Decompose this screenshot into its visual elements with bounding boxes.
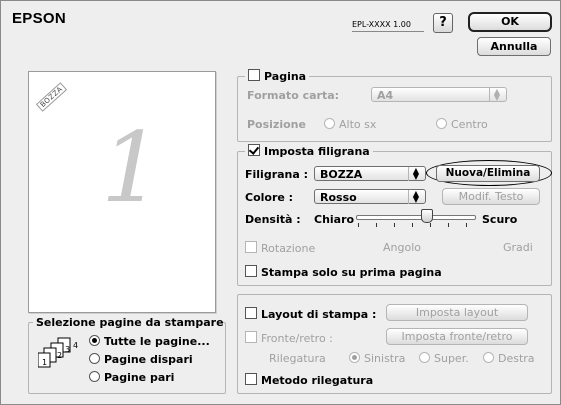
- radio-binding-left-label: Sinistra: [364, 352, 406, 365]
- paper-size-label: Formato carta:: [247, 89, 340, 102]
- layout-label: Layout di stampa :: [261, 308, 377, 321]
- radio-binding-right[interactable]: Destra: [483, 352, 535, 365]
- binding-label: Rilegatura: [269, 352, 326, 365]
- first-page-only-label: Stampa solo su prima pagina: [261, 266, 442, 279]
- svg-text:1: 1: [42, 358, 47, 367]
- watermark-title-row[interactable]: Imposta filigrana: [245, 144, 373, 158]
- binding-method-label: Metodo rilegatura: [261, 374, 374, 387]
- printer-settings-dialog: EPSON EPL-XXXX 1.00 ? OK Annulla BOZZA 1…: [0, 0, 561, 405]
- select-arrows-icon: ▲ ▼: [489, 88, 504, 102]
- layout-checkbox[interactable]: [245, 307, 257, 319]
- duplex-row[interactable]: Fronte/retro :: [245, 331, 333, 345]
- radio-binding-right-label: Destra: [498, 352, 535, 365]
- angle-label: Angolo: [383, 241, 421, 254]
- radio-binding-top[interactable]: Super.: [419, 352, 469, 365]
- svg-text:4: 4: [73, 341, 78, 350]
- select-arrows-icon: ▲ ▼: [408, 190, 423, 204]
- duplex-checkbox[interactable]: [245, 331, 257, 343]
- slider-tick: [376, 223, 377, 227]
- model-underline: [352, 31, 424, 32]
- binding-method-checkbox[interactable]: [245, 373, 257, 385]
- slider-tick: [448, 223, 449, 227]
- slider-tick: [412, 223, 413, 227]
- chiaro-label: Chiaro: [314, 213, 355, 226]
- select-arrows-icon: ▲ ▼: [408, 167, 423, 181]
- radio-odd-pages-label: Pagine dispari: [104, 353, 193, 366]
- slider-tick: [466, 223, 467, 227]
- radio-center-control[interactable]: [436, 118, 447, 129]
- printer-model-label: EPL-XXXX 1.00: [352, 20, 411, 29]
- slider-tick: [358, 223, 359, 227]
- page-preview: BOZZA 1: [28, 71, 216, 313]
- filigrana-label: Filigrana :: [245, 168, 309, 181]
- rotation-row[interactable]: Rotazione: [245, 241, 315, 255]
- pagina-title: Pagina: [264, 70, 307, 83]
- density-slider-thumb[interactable]: [420, 209, 433, 223]
- slider-tick: [394, 223, 395, 227]
- first-page-only-row[interactable]: Stampa solo su prima pagina: [245, 265, 442, 279]
- svg-text:2: 2: [57, 351, 62, 360]
- radio-top-left-label: Alto sx: [339, 118, 377, 131]
- pagina-title-row[interactable]: Pagina: [245, 69, 310, 83]
- radio-all-pages-label: Tutte le pagine...: [104, 335, 210, 348]
- colore-value: Rosso: [320, 191, 357, 204]
- cancel-button[interactable]: Annulla: [477, 37, 551, 56]
- ok-button[interactable]: OK: [468, 12, 552, 32]
- radio-all-pages-control[interactable]: [89, 335, 100, 346]
- radio-odd-pages[interactable]: Pagine dispari: [89, 353, 193, 366]
- radio-center-label: Centro: [451, 118, 488, 131]
- density-slider[interactable]: [356, 215, 476, 220]
- radio-center[interactable]: Centro: [436, 118, 488, 131]
- layout-settings-button[interactable]: Imposta layout: [386, 304, 528, 321]
- pagina-group: [237, 76, 552, 142]
- pages-stack-icon: 4 3 2 1: [38, 337, 78, 368]
- radio-binding-left-control[interactable]: [349, 352, 360, 363]
- help-button[interactable]: ?: [433, 13, 453, 33]
- binding-method-row[interactable]: Metodo rilegatura: [245, 373, 373, 387]
- watermark-checkbox[interactable]: [248, 144, 260, 156]
- svg-text:3: 3: [65, 345, 70, 354]
- radio-top-left[interactable]: Alto sx: [324, 118, 376, 131]
- rotation-label: Rotazione: [261, 242, 316, 255]
- help-icon: ?: [439, 15, 447, 30]
- radio-binding-right-control[interactable]: [483, 352, 494, 363]
- colore-select[interactable]: Rosso ▲ ▼: [314, 189, 426, 204]
- radio-binding-top-label: Super.: [434, 352, 469, 365]
- filigrana-value: BOZZA: [320, 168, 363, 181]
- filigrana-select[interactable]: BOZZA ▲ ▼: [314, 166, 426, 181]
- densita-label: Densità :: [245, 213, 301, 226]
- radio-even-pages-label: Pagine pari: [104, 371, 175, 384]
- slider-tick: [430, 223, 431, 227]
- brand-logo: EPSON: [12, 10, 67, 27]
- paper-size-select[interactable]: A4 ▲ ▼: [371, 87, 507, 102]
- radio-top-left-control[interactable]: [324, 118, 335, 129]
- radio-even-pages-control[interactable]: [89, 371, 100, 382]
- radio-binding-left[interactable]: Sinistra: [349, 352, 405, 365]
- position-label: Posizione: [247, 118, 306, 131]
- duplex-label: Fronte/retro :: [261, 332, 333, 345]
- radio-all-pages[interactable]: Tutte le pagine...: [89, 335, 210, 348]
- duplex-settings-button[interactable]: Imposta fronte/retro: [386, 328, 528, 345]
- page-selection-title: Selezione pagine da stampare: [33, 316, 223, 329]
- radio-even-pages[interactable]: Pagine pari: [89, 371, 174, 384]
- scuro-label: Scuro: [482, 213, 518, 226]
- edit-text-button[interactable]: Modif. Testo: [442, 188, 540, 205]
- page-number-watermark: 1: [101, 112, 163, 224]
- new-delete-button[interactable]: Nuova/Elimina: [436, 165, 540, 182]
- pagina-checkbox[interactable]: [248, 69, 260, 81]
- colore-label: Colore :: [245, 191, 294, 204]
- radio-binding-top-control[interactable]: [419, 352, 430, 363]
- degrees-label: Gradi: [503, 241, 533, 254]
- rotation-checkbox[interactable]: [245, 241, 257, 253]
- layout-row[interactable]: Layout di stampa :: [245, 307, 376, 321]
- radio-odd-pages-control[interactable]: [89, 353, 100, 364]
- first-page-only-checkbox[interactable]: [245, 265, 257, 277]
- paper-size-value: A4: [377, 89, 394, 102]
- watermark-title: Imposta filigrana: [264, 145, 370, 158]
